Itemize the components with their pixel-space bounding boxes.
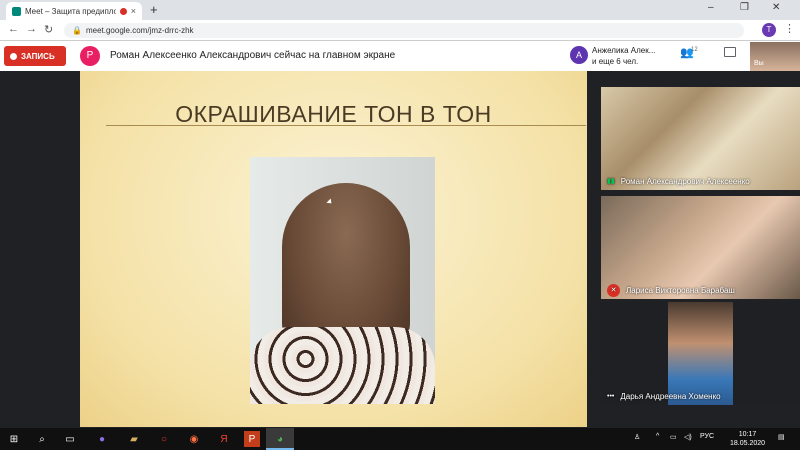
notifications-icon[interactable]: ▤ bbox=[778, 433, 785, 441]
self-view-label: Вы bbox=[754, 60, 764, 67]
taskbar-clock[interactable]: 10:17 18.05.2020 bbox=[730, 430, 765, 448]
search-icon[interactable]: ⌕ bbox=[34, 431, 50, 447]
yandex-browser-icon[interactable]: Я bbox=[216, 431, 232, 447]
presentation-slide: ОКРАШИВАНИЕ ТОН В ТОН bbox=[80, 71, 587, 427]
network-icon[interactable]: ▭ bbox=[670, 433, 677, 441]
tile-label: ••• Дарья Андреевна Хоменко bbox=[601, 387, 800, 405]
chat-icon[interactable] bbox=[724, 47, 736, 57]
presenter-avatar: Р bbox=[80, 46, 100, 66]
language-indicator[interactable]: РУС bbox=[700, 433, 714, 440]
opera-icon[interactable]: ○ bbox=[156, 431, 172, 447]
participant-tile-name: Роман Александрович Алексеенко bbox=[620, 176, 750, 186]
record-dot-icon bbox=[10, 52, 17, 60]
alice-icon[interactable]: ● bbox=[94, 431, 110, 447]
windows-taskbar: ⊞ ⌕ ▭ ● ▰ ○ ◉ Я P ◕ ♙ ^ ▭ ◁) РУС 10:17 1… bbox=[0, 428, 800, 450]
speaking-indicator-icon: ▮▮ bbox=[607, 178, 615, 185]
participants-more: и еще 6 чел. bbox=[592, 57, 639, 66]
slide-photo bbox=[250, 157, 435, 404]
slide-title-underline bbox=[106, 125, 586, 126]
participant-tile-name: Лариса Викторовна Барабаш bbox=[626, 285, 735, 295]
file-explorer-icon[interactable]: ▰ bbox=[126, 431, 142, 447]
more-dots-icon: ••• bbox=[607, 392, 615, 400]
photo-shirt bbox=[250, 327, 435, 404]
minimize-button[interactable]: – bbox=[708, 2, 714, 13]
reload-button[interactable]: ↻ bbox=[44, 23, 53, 36]
volume-icon[interactable]: ◁) bbox=[684, 433, 692, 441]
participant-name: Анжелика Алек... bbox=[592, 46, 656, 55]
url-field[interactable]: 🔒 meet.google.com/jmz-drrc-zhk bbox=[64, 23, 744, 38]
chrome-icon[interactable]: ◕ bbox=[272, 431, 288, 447]
browser-tabstrip: Meet – Защита предиплом × + – ❐ ✕ bbox=[0, 0, 800, 20]
browser-tab-meet[interactable]: Meet – Защита предиплом × bbox=[6, 2, 142, 20]
lock-icon: 🔒 bbox=[72, 26, 82, 35]
close-window-button[interactable]: ✕ bbox=[772, 2, 780, 13]
start-button-icon[interactable]: ⊞ bbox=[6, 431, 22, 447]
recording-button[interactable]: ЗАПИСЬ bbox=[4, 46, 66, 66]
url-text: meet.google.com/jmz-drrc-zhk bbox=[85, 26, 194, 35]
forward-button[interactable]: → bbox=[26, 23, 37, 35]
maximize-button[interactable]: ❐ bbox=[740, 2, 749, 13]
participant-tile[interactable]: ▮▮ Роман Александрович Алексеенко bbox=[601, 87, 800, 190]
tray-expand-icon[interactable]: ^ bbox=[656, 433, 659, 440]
clock-time: 10:17 bbox=[738, 431, 757, 438]
person-tray-icon[interactable]: ♙ bbox=[634, 433, 640, 441]
participants-summary[interactable]: Анжелика Алек... и еще 6 чел. bbox=[592, 45, 655, 67]
mic-off-icon: ✕ bbox=[607, 283, 620, 297]
new-tab-button[interactable]: + bbox=[150, 2, 158, 18]
tab-close-icon[interactable]: × bbox=[131, 6, 136, 16]
people-count: 12 bbox=[691, 47, 698, 53]
meet-top-bar: ЗАПИСЬ Р Роман Алексеенко Александрович … bbox=[0, 41, 800, 71]
back-button[interactable]: ← bbox=[8, 23, 19, 35]
tab-title: Meet – Защита предиплом bbox=[25, 6, 116, 16]
participant-avatar: А bbox=[570, 46, 588, 64]
participant-tile[interactable]: ••• Дарья Андреевна Хоменко bbox=[601, 302, 800, 405]
profile-avatar[interactable]: T bbox=[762, 23, 776, 37]
task-view-icon[interactable]: ▭ bbox=[62, 431, 78, 447]
presenter-status: Роман Алексеенко Александрович сейчас на… bbox=[110, 50, 396, 61]
browser-menu-icon[interactable]: ⋮ bbox=[784, 22, 795, 35]
participant-tile-name: Дарья Андреевна Хоменко bbox=[620, 391, 721, 401]
powerpoint-icon[interactable]: P bbox=[244, 431, 260, 447]
firefox-icon[interactable]: ◉ bbox=[186, 431, 202, 447]
participant-tile[interactable]: ✕ Лариса Викторовна Барабаш bbox=[601, 196, 800, 299]
address-bar-row: ← → ↻ 🔒 meet.google.com/jmz-drrc-zhk T ⋮ bbox=[0, 20, 800, 41]
meet-favicon-icon bbox=[12, 6, 21, 16]
recording-dot-icon bbox=[119, 7, 127, 15]
slide-title: ОКРАШИВАНИЕ ТОН В ТОН bbox=[175, 101, 492, 127]
meeting-controls: А Анжелика Алек... и еще 6 чел. 👥 12 Вы bbox=[562, 41, 800, 71]
tile-label: ✕ Лариса Викторовна Барабаш bbox=[601, 281, 800, 299]
clock-date: 18.05.2020 bbox=[730, 440, 766, 447]
recording-label: ЗАПИСЬ bbox=[21, 51, 55, 61]
tile-label: ▮▮ Роман Александрович Алексеенко bbox=[601, 172, 800, 190]
